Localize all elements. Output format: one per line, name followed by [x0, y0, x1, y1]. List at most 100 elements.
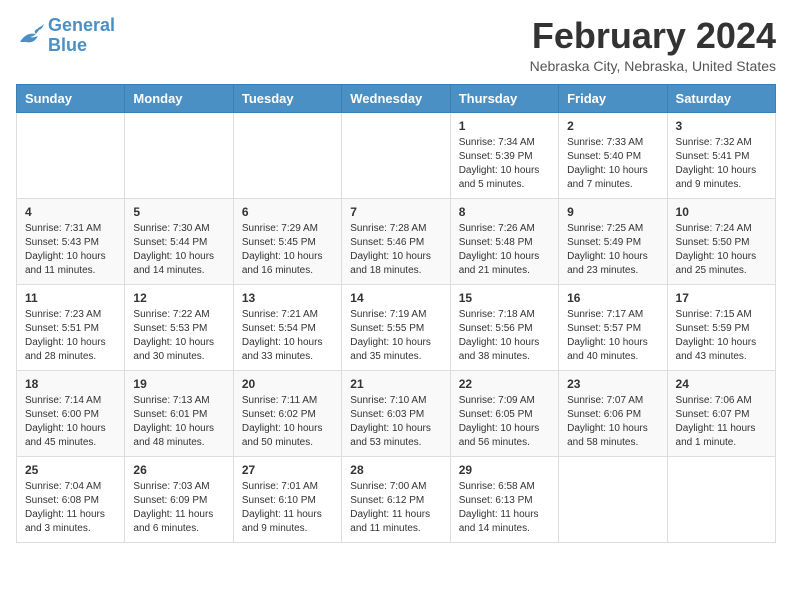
calendar-cell: [342, 112, 450, 198]
weekday-header-friday: Friday: [559, 84, 667, 112]
day-number: 5: [133, 205, 224, 219]
day-number: 8: [459, 205, 550, 219]
calendar-cell: 29Sunrise: 6:58 AM Sunset: 6:13 PM Dayli…: [450, 456, 558, 542]
day-info: Sunrise: 7:32 AM Sunset: 5:41 PM Dayligh…: [676, 136, 767, 192]
day-number: 19: [133, 377, 224, 391]
calendar-cell: 27 Sunrise: 7:01 AM Sunset: 6:10 PM Dayli…: [233, 456, 341, 542]
day-number: 14: [350, 291, 441, 305]
calendar-cell: 26 Sunrise: 7:03 AM Sunset: 6:09 PM Dayli…: [125, 456, 233, 542]
week-row-3: 11Sunrise: 7:23 AM Sunset: 5:51 PM Dayli…: [17, 284, 776, 370]
day-number: 2: [567, 119, 658, 133]
day-number: 15: [459, 291, 550, 305]
day-info: Sunrise: 7:09 AM Sunset: 6:05 PM Dayligh…: [459, 394, 550, 450]
weekday-header-thursday: Thursday: [450, 84, 558, 112]
day-info: Sunrise: 7:14 AM Sunset: 6:00 PM Dayligh…: [25, 394, 116, 450]
week-row-1: 1 Sunrise: 7:34 AM Sunset: 5:39 PM Daylig…: [17, 112, 776, 198]
calendar-cell: 13 Sunrise: 7:21 AM Sunset: 5:54 PM Dayli…: [233, 284, 341, 370]
day-number: 20: [242, 377, 333, 391]
day-number: 21: [350, 377, 441, 391]
weekday-header-monday: Monday: [125, 84, 233, 112]
day-info: Sunrise: 7:22 AM Sunset: 5:53 PM Dayligh…: [133, 308, 224, 364]
day-number: 3: [676, 119, 767, 133]
weekday-header-saturday: Saturday: [667, 84, 775, 112]
day-number: 9: [567, 205, 658, 219]
day-number: 12: [133, 291, 224, 305]
calendar-table: SundayMondayTuesdayWednesdayThursdayFrid…: [16, 84, 776, 543]
day-number: 23: [567, 377, 658, 391]
calendar-cell: [125, 112, 233, 198]
calendar-cell: 19Sunrise: 7:13 AM Sunset: 6:01 PM Dayli…: [125, 370, 233, 456]
calendar-cell: 20 Sunrise: 7:11 AM Sunset: 6:02 PM Dayli…: [233, 370, 341, 456]
day-info: Sunrise: 7:26 AM Sunset: 5:48 PM Dayligh…: [459, 222, 550, 278]
day-number: 24: [676, 377, 767, 391]
calendar-cell: 2 Sunrise: 7:33 AM Sunset: 5:40 PM Daylig…: [559, 112, 667, 198]
day-info: Sunrise: 7:33 AM Sunset: 5:40 PM Dayligh…: [567, 136, 658, 192]
day-info: Sunrise: 6:58 AM Sunset: 6:13 PM Dayligh…: [459, 480, 550, 536]
calendar-cell: 22Sunrise: 7:09 AM Sunset: 6:05 PM Dayli…: [450, 370, 558, 456]
week-row-5: 25Sunrise: 7:04 AM Sunset: 6:08 PM Dayli…: [17, 456, 776, 542]
day-info: Sunrise: 7:34 AM Sunset: 5:39 PM Dayligh…: [459, 136, 550, 192]
day-number: 1: [459, 119, 550, 133]
calendar-cell: 25Sunrise: 7:04 AM Sunset: 6:08 PM Dayli…: [17, 456, 125, 542]
calendar-cell: 8 Sunrise: 7:26 AM Sunset: 5:48 PM Daylig…: [450, 198, 558, 284]
day-info: Sunrise: 7:28 AM Sunset: 5:46 PM Dayligh…: [350, 222, 441, 278]
day-number: 16: [567, 291, 658, 305]
calendar-cell: 9 Sunrise: 7:25 AM Sunset: 5:49 PM Daylig…: [559, 198, 667, 284]
day-info: Sunrise: 7:06 AM Sunset: 6:07 PM Dayligh…: [676, 394, 767, 450]
calendar-cell: 6 Sunrise: 7:29 AM Sunset: 5:45 PM Daylig…: [233, 198, 341, 284]
calendar-cell: [667, 456, 775, 542]
weekday-header-row: SundayMondayTuesdayWednesdayThursdayFrid…: [17, 84, 776, 112]
calendar-cell: [17, 112, 125, 198]
logo: General Blue: [16, 16, 115, 56]
day-info: Sunrise: 7:25 AM Sunset: 5:49 PM Dayligh…: [567, 222, 658, 278]
day-number: 13: [242, 291, 333, 305]
day-number: 6: [242, 205, 333, 219]
day-number: 17: [676, 291, 767, 305]
calendar-cell: 12 Sunrise: 7:22 AM Sunset: 5:53 PM Dayli…: [125, 284, 233, 370]
day-info: Sunrise: 7:17 AM Sunset: 5:57 PM Dayligh…: [567, 308, 658, 364]
calendar-cell: 4 Sunrise: 7:31 AM Sunset: 5:43 PM Daylig…: [17, 198, 125, 284]
calendar-cell: 14 Sunrise: 7:19 AM Sunset: 5:55 PM Dayli…: [342, 284, 450, 370]
calendar-cell: 15 Sunrise: 7:18 AM Sunset: 5:56 PM Dayli…: [450, 284, 558, 370]
calendar-cell: 28 Sunrise: 7:00 AM Sunset: 6:12 PM Dayli…: [342, 456, 450, 542]
calendar-cell: 7Sunrise: 7:28 AM Sunset: 5:46 PM Daylig…: [342, 198, 450, 284]
weekday-header-tuesday: Tuesday: [233, 84, 341, 112]
day-info: Sunrise: 7:11 AM Sunset: 6:02 PM Dayligh…: [242, 394, 333, 450]
day-info: Sunrise: 7:04 AM Sunset: 6:08 PM Dayligh…: [25, 480, 116, 536]
calendar-cell: 23 Sunrise: 7:07 AM Sunset: 6:06 PM Dayli…: [559, 370, 667, 456]
week-row-2: 4 Sunrise: 7:31 AM Sunset: 5:43 PM Daylig…: [17, 198, 776, 284]
calendar-cell: 18 Sunrise: 7:14 AM Sunset: 6:00 PM Dayli…: [17, 370, 125, 456]
day-number: 11: [25, 291, 116, 305]
day-info: Sunrise: 7:01 AM Sunset: 6:10 PM Dayligh…: [242, 480, 333, 536]
day-number: 10: [676, 205, 767, 219]
day-info: Sunrise: 7:29 AM Sunset: 5:45 PM Dayligh…: [242, 222, 333, 278]
day-info: Sunrise: 7:07 AM Sunset: 6:06 PM Dayligh…: [567, 394, 658, 450]
weekday-header-sunday: Sunday: [17, 84, 125, 112]
day-info: Sunrise: 7:18 AM Sunset: 5:56 PM Dayligh…: [459, 308, 550, 364]
day-info: Sunrise: 7:19 AM Sunset: 5:55 PM Dayligh…: [350, 308, 441, 364]
day-info: Sunrise: 7:15 AM Sunset: 5:59 PM Dayligh…: [676, 308, 767, 364]
day-info: Sunrise: 7:03 AM Sunset: 6:09 PM Dayligh…: [133, 480, 224, 536]
day-info: Sunrise: 7:31 AM Sunset: 5:43 PM Dayligh…: [25, 222, 116, 278]
calendar-cell: [559, 456, 667, 542]
day-number: 27: [242, 463, 333, 477]
day-info: Sunrise: 7:10 AM Sunset: 6:03 PM Dayligh…: [350, 394, 441, 450]
weekday-header-wednesday: Wednesday: [342, 84, 450, 112]
day-number: 18: [25, 377, 116, 391]
calendar-cell: 3 Sunrise: 7:32 AM Sunset: 5:41 PM Daylig…: [667, 112, 775, 198]
logo-line1: General: [48, 15, 115, 35]
day-info: Sunrise: 7:24 AM Sunset: 5:50 PM Dayligh…: [676, 222, 767, 278]
calendar-cell: 17 Sunrise: 7:15 AM Sunset: 5:59 PM Dayli…: [667, 284, 775, 370]
day-info: Sunrise: 7:00 AM Sunset: 6:12 PM Dayligh…: [350, 480, 441, 536]
week-row-4: 18 Sunrise: 7:14 AM Sunset: 6:00 PM Dayli…: [17, 370, 776, 456]
calendar-cell: 10 Sunrise: 7:24 AM Sunset: 5:50 PM Dayli…: [667, 198, 775, 284]
day-number: 26: [133, 463, 224, 477]
day-number: 28: [350, 463, 441, 477]
calendar-cell: [233, 112, 341, 198]
calendar-cell: 16 Sunrise: 7:17 AM Sunset: 5:57 PM Dayli…: [559, 284, 667, 370]
calendar-cell: 5Sunrise: 7:30 AM Sunset: 5:44 PM Daylig…: [125, 198, 233, 284]
location-title: Nebraska City, Nebraska, United States: [530, 58, 776, 74]
day-info: Sunrise: 7:21 AM Sunset: 5:54 PM Dayligh…: [242, 308, 333, 364]
day-number: 4: [25, 205, 116, 219]
calendar-cell: 1 Sunrise: 7:34 AM Sunset: 5:39 PM Daylig…: [450, 112, 558, 198]
